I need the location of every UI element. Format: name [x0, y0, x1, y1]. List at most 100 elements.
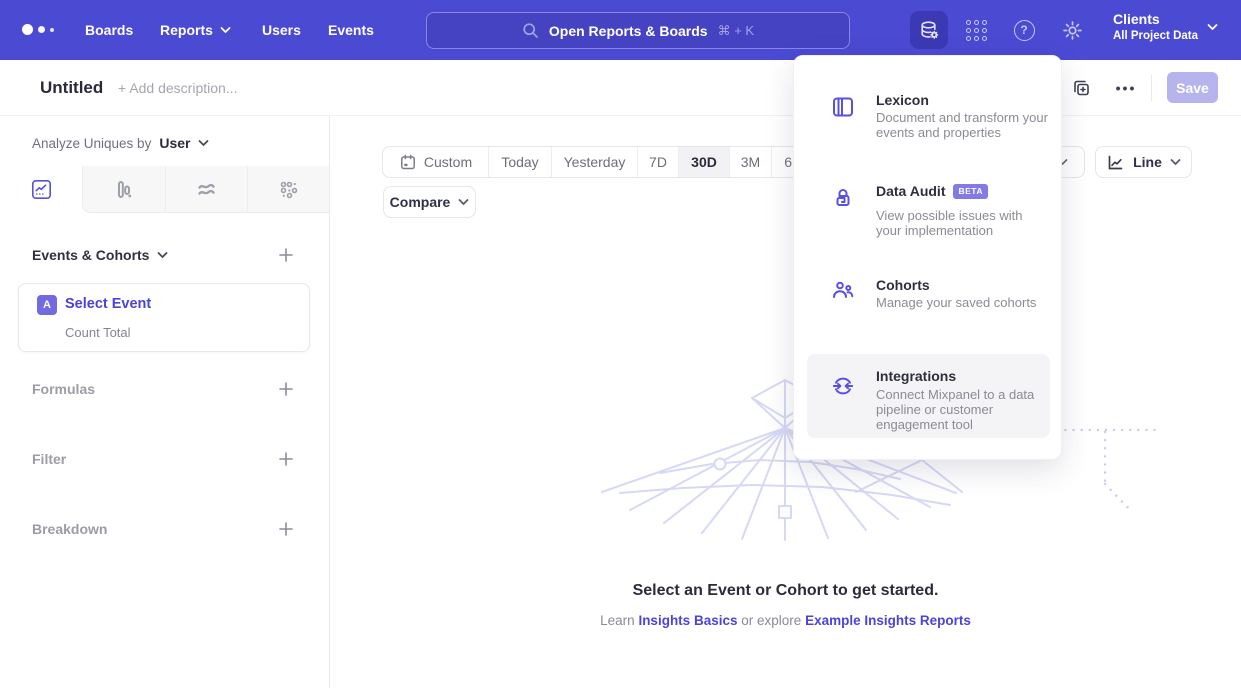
plus-icon: [278, 381, 294, 397]
range-yesterday[interactable]: Yesterday: [552, 147, 638, 177]
menu-item-description: Connect Mixpanel to a data pipeline or c…: [876, 387, 1048, 432]
formulas-section-label: Formulas: [32, 381, 95, 397]
hint-middle: or explore: [741, 613, 801, 628]
nav-boards[interactable]: Boards: [85, 0, 133, 60]
apps-grid-button[interactable]: [957, 11, 995, 49]
menu-item-description: Document and transform your events and p…: [876, 110, 1048, 140]
help-icon: ?: [1014, 20, 1035, 41]
database-gear-icon: [918, 19, 941, 42]
example-reports-link[interactable]: Example Insights Reports: [805, 613, 971, 628]
header-divider: [1151, 75, 1152, 101]
search-shortcut: ⌘ + K: [718, 23, 755, 39]
range-3m[interactable]: 3M: [730, 147, 772, 177]
help-button[interactable]: ?: [1005, 11, 1043, 49]
global-search-input[interactable]: Open Reports & Boards ⌘ + K: [426, 12, 850, 49]
analyze-uniques-selector[interactable]: Analyze Uniques by User: [32, 135, 209, 151]
analyze-label: Analyze Uniques by: [32, 136, 151, 151]
chart-type-button[interactable]: Line: [1095, 146, 1192, 178]
insights-basics-link[interactable]: Insights Basics: [638, 613, 737, 628]
menu-item-title: Cohorts: [876, 277, 930, 293]
add-formula-button[interactable]: [276, 379, 296, 399]
save-button[interactable]: Save: [1167, 72, 1218, 103]
range-custom[interactable]: Custom: [383, 147, 489, 177]
events-cohorts-label[interactable]: Events & Cohorts: [32, 247, 149, 263]
data-audit-icon: [830, 186, 856, 212]
hint-prefix: Learn: [600, 613, 635, 628]
cohorts-icon: [830, 277, 856, 303]
events-cohorts-header: Events & Cohorts: [32, 247, 168, 263]
menu-item-title: Data AuditBETA: [876, 183, 988, 199]
calendar-icon: [399, 153, 417, 171]
query-sidebar: Analyze Uniques by User: [0, 116, 330, 688]
nav-users[interactable]: Users: [262, 0, 301, 60]
metric-grid-tab-icon: [277, 178, 300, 201]
tab-line-chart[interactable]: [0, 166, 82, 213]
nav-reports[interactable]: Reports: [160, 0, 231, 60]
project-selector[interactable]: Clients All Project Data: [1113, 10, 1198, 44]
empty-state-title: Select an Event or Cohort to get started…: [330, 582, 1241, 600]
range-7d[interactable]: 7D: [638, 147, 679, 177]
menu-item-lexicon[interactable]: Lexicon Document and transform your even…: [794, 86, 1063, 152]
chart-type-label: Line: [1133, 154, 1162, 170]
tab-flow-chart[interactable]: [165, 166, 247, 213]
duplicate-button[interactable]: [1070, 77, 1094, 101]
settings-button[interactable]: [1053, 11, 1091, 49]
chevron-down-icon: [1207, 23, 1218, 31]
chevron-down-icon: [220, 26, 231, 34]
event-row-select-event[interactable]: A Select Event Count Total: [18, 283, 310, 352]
compare-button[interactable]: Compare: [383, 186, 476, 218]
chevron-down-icon[interactable]: [157, 251, 168, 259]
tab-metric-grid[interactable]: [247, 166, 329, 213]
menu-item-title: Lexicon: [876, 92, 929, 108]
range-30d-selected[interactable]: 30D: [679, 147, 730, 177]
menu-item-integrations[interactable]: Integrations Connect Mixpanel to a data …: [794, 361, 1063, 433]
chevron-down-icon: [458, 198, 469, 206]
search-placeholder: Open Reports & Boards: [549, 23, 708, 39]
range-today[interactable]: Today: [489, 147, 552, 177]
breakdown-section-label: Breakdown: [32, 521, 107, 537]
event-series-badge: A: [37, 295, 57, 315]
gear-icon: [1061, 19, 1084, 42]
menu-item-cohorts[interactable]: Cohorts Manage your saved cohorts: [794, 271, 1063, 321]
menu-item-data-audit[interactable]: Data AuditBETA View possible issues with…: [794, 176, 1063, 242]
analyze-value: User: [159, 135, 190, 151]
menu-item-title: Integrations: [876, 368, 956, 384]
integrations-icon: [830, 373, 856, 399]
menu-item-description: Manage your saved cohorts: [876, 295, 1066, 310]
tab-bar-chart[interactable]: [82, 166, 164, 213]
project-scope: All Project Data: [1113, 28, 1198, 44]
chart-type-tabs: [0, 166, 329, 213]
top-navbar: Boards Reports Users Events Open Reports…: [0, 0, 1241, 60]
mixpanel-insights-page: Boards Reports Users Events Open Reports…: [0, 0, 1241, 688]
lexicon-icon: [830, 94, 856, 120]
data-management-menu: Lexicon Document and transform your even…: [793, 55, 1062, 460]
chevron-down-icon: [198, 139, 209, 147]
add-event-button[interactable]: [276, 245, 296, 265]
mixpanel-logo-icon[interactable]: [22, 24, 54, 35]
more-options-button[interactable]: •••: [1110, 75, 1142, 101]
search-icon: [522, 22, 539, 39]
line-chart-tab-icon: [30, 178, 53, 201]
compare-label: Compare: [390, 194, 451, 210]
select-event-label[interactable]: Select Event: [65, 296, 151, 312]
project-name: Clients: [1113, 10, 1198, 28]
nav-events[interactable]: Events: [328, 0, 374, 60]
empty-state-hint: Learn Insights Basics or explore Example…: [330, 613, 1241, 628]
add-filter-button[interactable]: [276, 449, 296, 469]
line-chart-icon: [1106, 153, 1125, 172]
report-title[interactable]: Untitled: [40, 78, 103, 98]
grid-dots-icon: [966, 20, 987, 41]
plus-icon: [278, 451, 294, 467]
beta-badge: BETA: [953, 184, 988, 199]
event-metric-label[interactable]: Count Total: [65, 325, 131, 340]
bar-chart-tab-icon: [112, 178, 135, 201]
data-management-button[interactable]: [910, 11, 948, 49]
duplicate-icon: [1070, 77, 1092, 99]
plus-icon: [278, 247, 294, 263]
add-description-field[interactable]: + Add description...: [118, 80, 237, 96]
menu-item-description: View possible issues with your implement…: [876, 208, 1048, 238]
plus-icon: [278, 521, 294, 537]
add-breakdown-button[interactable]: [276, 519, 296, 539]
filter-section-label: Filter: [32, 451, 66, 467]
chevron-down-icon: [1170, 158, 1181, 166]
